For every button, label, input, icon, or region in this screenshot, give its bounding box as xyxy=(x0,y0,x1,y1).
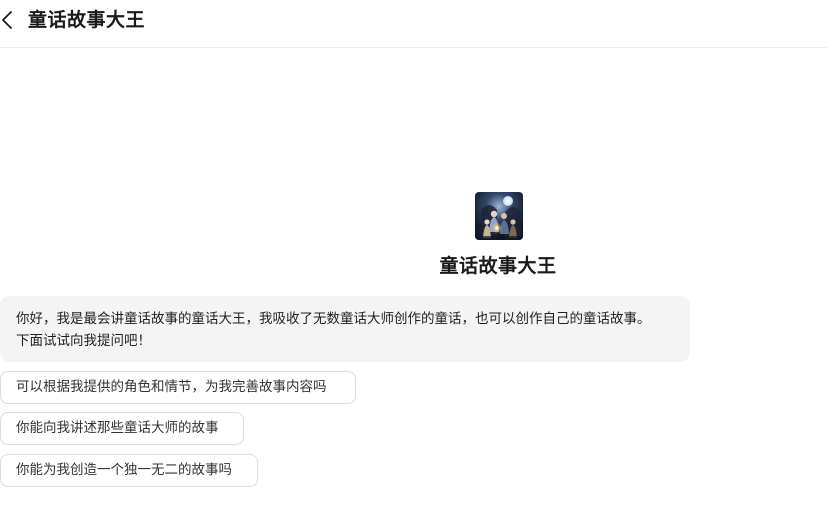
suggestion-button[interactable]: 可以根据我提供的角色和情节，为我完善故事内容吗 xyxy=(0,371,356,404)
top-bar: 童话故事大王 xyxy=(0,0,827,48)
chevron-left-icon xyxy=(2,11,12,29)
suggestion-button[interactable]: 你能为我创造一个独一无二的故事吗 xyxy=(0,454,258,487)
back-button[interactable] xyxy=(0,8,20,32)
greeting-line-1: 你好，我是最会讲童话故事的童话大王，我吸收了无数童话大师创作的童话，也可以创作自… xyxy=(16,311,651,327)
page-title: 童话故事大王 xyxy=(28,9,146,31)
fairy-tale-avatar-icon xyxy=(475,192,523,240)
greeting-message: 你好，我是最会讲童话故事的童话大王，我吸收了无数童话大师创作的童话，也可以创作自… xyxy=(0,296,690,362)
bot-name: 童话故事大王 xyxy=(439,255,557,277)
greeting-line-2: 下面试试向我提问吧！ xyxy=(16,333,151,349)
bot-avatar xyxy=(475,192,523,240)
suggestion-button[interactable]: 你能向我讲述那些童话大师的故事 xyxy=(0,412,244,445)
